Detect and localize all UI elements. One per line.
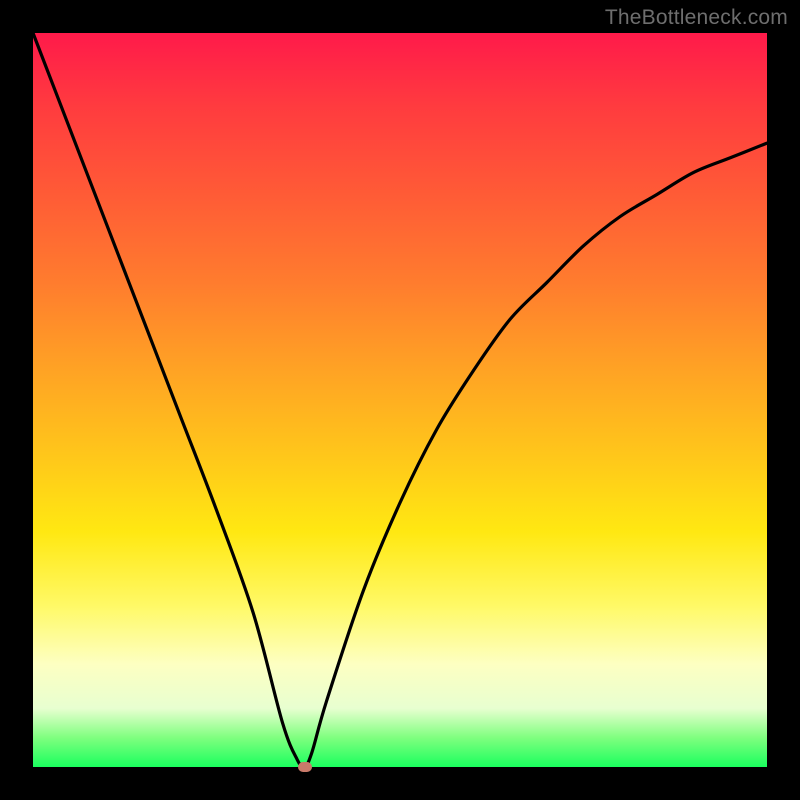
plot-area [33,33,767,767]
bottleneck-curve [33,33,767,767]
watermark: TheBottleneck.com [605,6,788,30]
curve-svg [33,33,767,767]
chart-frame: TheBottleneck.com [0,0,800,800]
minimum-marker [298,762,312,772]
